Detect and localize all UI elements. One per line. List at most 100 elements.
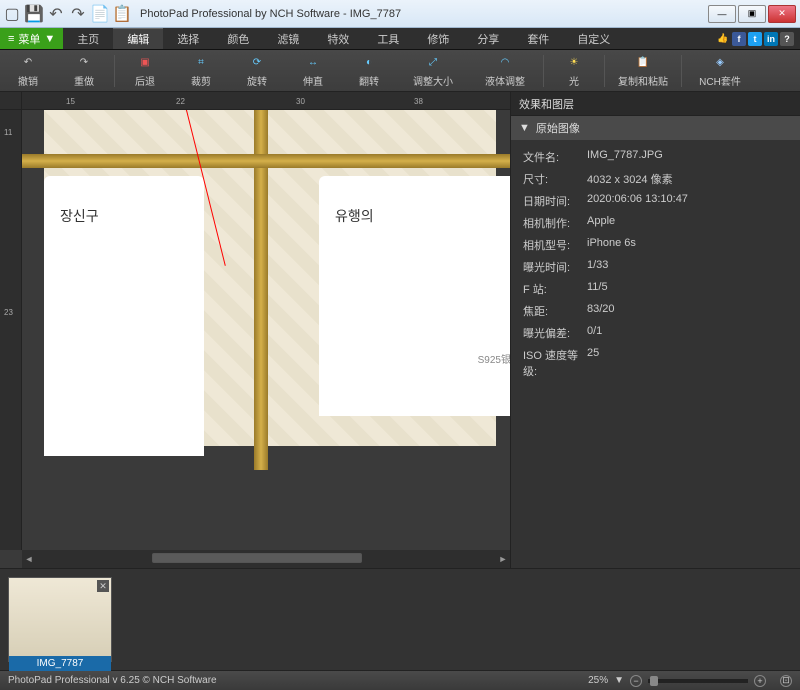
zoom-slider[interactable]: [648, 679, 748, 683]
scrollbar-thumb[interactable]: [152, 553, 362, 563]
tab-edit[interactable]: 编辑: [113, 28, 163, 49]
tab-select[interactable]: 选择: [163, 28, 213, 49]
thumbnail-item[interactable]: ✕ IMG_7787: [8, 577, 112, 662]
scroll-right-arrow[interactable]: ►: [496, 552, 510, 566]
redo-arrow-icon: ↷: [75, 53, 93, 71]
right-panel: 效果和图层 ▼ 原始图像 文件名:IMG_7787.JPG 尺寸:4032 x …: [510, 92, 800, 568]
panel-section-original[interactable]: ▼ 原始图像: [511, 116, 800, 140]
zoom-in-button[interactable]: +: [754, 675, 766, 687]
back-button[interactable]: ▣后退: [117, 50, 173, 91]
thumbnail-label: IMG_7787: [9, 656, 111, 671]
main-area: 15 22 30 38 11 23 장신구 유행의 S925银 ◄ ►: [0, 92, 800, 568]
menu-button[interactable]: ≡ 菜单 ▼: [0, 28, 63, 49]
tab-suite[interactable]: 套件: [513, 28, 563, 49]
horizontal-scrollbar[interactable]: ◄ ►: [22, 550, 510, 568]
save-icon[interactable]: 💾: [26, 6, 42, 22]
tab-tools[interactable]: 工具: [363, 28, 413, 49]
tab-effects[interactable]: 特效: [313, 28, 363, 49]
twitter-icon[interactable]: t: [748, 32, 762, 46]
product-tag-right: 유행의 S925银: [319, 176, 510, 416]
prop-exposure: 曝光时间:1/33: [511, 256, 800, 278]
rotate-icon: ⟳: [248, 53, 266, 71]
crop-button[interactable]: ⌗裁剪: [173, 50, 229, 91]
prop-bias: 曝光偏差:0/1: [511, 322, 800, 344]
prop-datetime: 日期时间:2020:06:06 13:10:47: [511, 190, 800, 212]
prop-filename: 文件名:IMG_7787.JPG: [511, 146, 800, 168]
new-icon[interactable]: ▢: [4, 6, 20, 22]
light-button[interactable]: ☀光: [546, 50, 602, 91]
zoom-dropdown-icon[interactable]: ▼: [614, 675, 624, 686]
canvas-image: 장신구 유행의 S925银: [44, 110, 496, 446]
copypaste-button[interactable]: 📋复制和粘贴: [607, 50, 679, 91]
redo-icon[interactable]: ↷: [70, 6, 86, 22]
rotate-button[interactable]: ⟳旋转: [229, 50, 285, 91]
tab-share[interactable]: 分享: [463, 28, 513, 49]
window-controls: — ▣ ✕: [706, 5, 796, 23]
thumbnail-close-icon[interactable]: ✕: [97, 580, 109, 592]
help-icon[interactable]: ?: [780, 32, 794, 46]
undo-icon[interactable]: ↶: [48, 6, 64, 22]
linkedin-icon[interactable]: in: [764, 32, 778, 46]
prop-size: 尺寸:4032 x 3024 像素: [511, 168, 800, 190]
back-square-icon: ▣: [136, 53, 154, 71]
tab-retouch[interactable]: 修饰: [413, 28, 463, 49]
tab-row: ≡ 菜单 ▼ 主页 编辑 选择 颜色 滤镜 特效 工具 修饰 分享 套件 自定义…: [0, 28, 800, 50]
zoom-slider-knob[interactable]: [650, 676, 658, 686]
redo-button[interactable]: ↷重做: [56, 50, 112, 91]
chevron-down-icon: ▼: [519, 122, 530, 134]
light-icon: ☀: [565, 53, 583, 71]
maximize-button[interactable]: ▣: [738, 5, 766, 23]
property-list: 文件名:IMG_7787.JPG 尺寸:4032 x 3024 像素 日期时间:…: [511, 140, 800, 388]
canvas-viewport[interactable]: 장신구 유행의 S925银: [22, 110, 510, 550]
thumbnail-image: [9, 578, 111, 656]
prop-focal: 焦距:83/20: [511, 300, 800, 322]
horizontal-ruler: 15 22 30 38: [22, 92, 510, 110]
tab-home[interactable]: 主页: [63, 28, 113, 49]
window-title: PhotoPad Professional by NCH Software - …: [140, 8, 706, 20]
zoom-controls: 25% ▼ − + ⊡: [588, 675, 792, 687]
fit-screen-button[interactable]: ⊡: [780, 675, 792, 687]
tab-filter[interactable]: 滤镜: [263, 28, 313, 49]
close-button[interactable]: ✕: [768, 5, 796, 23]
status-text: PhotoPad Professional v 6.25 © NCH Softw…: [8, 675, 217, 686]
prop-model: 相机型号:iPhone 6s: [511, 234, 800, 256]
zoom-out-button[interactable]: −: [630, 675, 642, 687]
straighten-button[interactable]: ↔伸直: [285, 50, 341, 91]
product-tag-left: 장신구: [44, 176, 204, 456]
social-icons: 👍 f t in ?: [716, 28, 800, 49]
resize-button[interactable]: ⤢调整大小: [397, 50, 469, 91]
facebook-icon[interactable]: f: [732, 32, 746, 46]
paste-icon[interactable]: 📋: [114, 6, 130, 22]
flip-button[interactable]: ◐翻转: [341, 50, 397, 91]
suite-icon: ◈: [711, 53, 729, 71]
tab-color[interactable]: 颜色: [213, 28, 263, 49]
liquid-button[interactable]: ◠液体调整: [469, 50, 541, 91]
undo-arrow-icon: ↶: [19, 53, 37, 71]
titlebar: ▢ 💾 ↶ ↷ 📄 📋 PhotoPad Professional by NCH…: [0, 0, 800, 28]
ruler-corner: [0, 92, 22, 110]
thumbnail-bar: ✕ IMG_7787: [0, 568, 800, 670]
vertical-ruler: 11 23: [0, 110, 22, 550]
hamburger-icon: ≡: [8, 33, 14, 45]
undo-button[interactable]: ↶撤销: [0, 50, 56, 91]
scroll-left-arrow[interactable]: ◄: [22, 552, 36, 566]
straighten-icon: ↔: [304, 53, 322, 71]
tab-custom[interactable]: 自定义: [563, 28, 624, 49]
prop-iso: ISO 速度等级:25: [511, 344, 800, 382]
toolbar: ↶撤销 ↷重做 ▣后退 ⌗裁剪 ⟳旋转 ↔伸直 ◐翻转 ⤢调整大小 ◠液体调整 …: [0, 50, 800, 92]
prop-make: 相机制作:Apple: [511, 212, 800, 234]
liquid-icon: ◠: [496, 53, 514, 71]
suite-button[interactable]: ◈NCH套件: [684, 50, 756, 91]
clipboard-icon: 📋: [634, 53, 652, 71]
zoom-value: 25%: [588, 675, 608, 686]
copy-icon[interactable]: 📄: [92, 6, 108, 22]
panel-header: 效果和图层: [511, 92, 800, 116]
crop-icon: ⌗: [192, 53, 210, 71]
resize-icon: ⤢: [424, 53, 442, 71]
statusbar: PhotoPad Professional v 6.25 © NCH Softw…: [0, 670, 800, 690]
prop-fstop: F 站:11/5: [511, 278, 800, 300]
flip-icon: ◐: [360, 53, 378, 71]
minimize-button[interactable]: —: [708, 5, 736, 23]
canvas-panel: 15 22 30 38 11 23 장신구 유행의 S925银 ◄ ►: [0, 92, 510, 568]
thumbs-up-icon[interactable]: 👍: [716, 32, 730, 46]
